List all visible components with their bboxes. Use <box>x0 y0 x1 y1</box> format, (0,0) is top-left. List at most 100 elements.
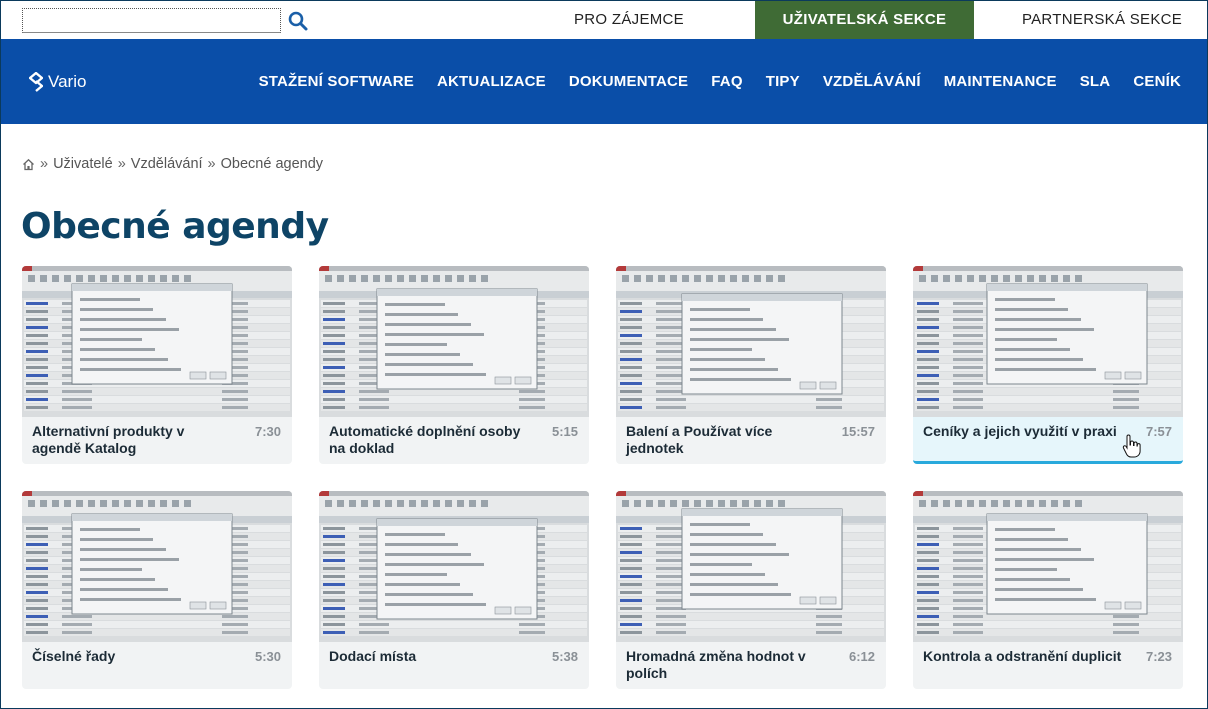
thumbnail-shape <box>359 398 389 401</box>
search-input[interactable] <box>22 8 281 33</box>
thumbnail-shape <box>62 623 92 626</box>
thumbnail-shape <box>359 631 389 634</box>
thumbnail-shape <box>646 500 653 507</box>
thumbnail-shape <box>690 378 791 381</box>
thumbnail-shape <box>913 491 923 496</box>
nav-sla[interactable]: SLA <box>1080 73 1111 90</box>
thumbnail-shape <box>995 298 1055 301</box>
thumbnail-shape <box>953 366 983 369</box>
thumbnail-shape <box>323 358 345 361</box>
thumbnail-shape <box>816 615 842 618</box>
thumbnail-shape <box>481 500 488 507</box>
thumbnail-shape <box>953 623 983 626</box>
thumbnail-shape <box>1113 398 1139 401</box>
thumbnail-shape <box>766 275 773 282</box>
video-card[interactable]: Balení a Používat více jednotek 15:57 <box>616 266 886 464</box>
thumbnail-shape <box>385 543 458 546</box>
thumbnail-shape <box>323 583 345 586</box>
thumbnail-shape <box>397 275 404 282</box>
video-card[interactable]: Hromadná změna hodnot v polích 6:12 <box>616 491 886 689</box>
thumbnail-shape <box>953 567 983 570</box>
video-card[interactable]: Kontrola a odstranění duplicit 7:23 <box>913 491 1183 689</box>
video-card[interactable]: Ceníky a jejich využití v praxi 7:57 <box>913 266 1183 464</box>
thumbnail-shape <box>361 500 368 507</box>
video-card[interactable]: Číselné řady 5:30 <box>22 491 292 689</box>
thumbnail-shape <box>917 406 939 409</box>
thumbnail-shape <box>953 543 983 546</box>
thumbnail-shape <box>1003 500 1010 507</box>
thumbnail-shape <box>222 398 248 401</box>
thumbnail-shape <box>325 275 332 282</box>
thumbnail-shape <box>995 318 1081 321</box>
thumbnail-shape <box>160 275 167 282</box>
thumbnail-shape <box>80 548 166 551</box>
thumbnail-shape <box>953 583 983 586</box>
nav-maintenance[interactable]: MAINTENANCE <box>944 73 1057 90</box>
nav-tipy[interactable]: TIPY <box>766 73 800 90</box>
thumbnail-shape <box>917 310 939 313</box>
thumbnail-shape <box>754 500 761 507</box>
thumbnail-shape <box>694 275 701 282</box>
thumbnail-shape <box>670 500 677 507</box>
thumbnail-shape <box>953 310 983 313</box>
nav-stazeni-software[interactable]: STAŽENÍ SOFTWARE <box>259 73 414 90</box>
video-card[interactable]: Alternativní produkty v agendě Katalog 7… <box>22 266 292 464</box>
search-icon[interactable] <box>287 10 309 32</box>
thumbnail-shape <box>385 373 486 376</box>
topnav-uzivatelska-sekce[interactable]: UŽIVATELSKÁ SEKCE <box>755 1 974 39</box>
thumbnail-shape <box>26 366 48 369</box>
thumbnail-shape <box>913 491 1183 496</box>
nav-vzdelavani[interactable]: VZDĚLÁVÁNÍ <box>823 73 921 90</box>
video-title: Balení a Používat více jednotek <box>626 423 773 456</box>
thumbnail-shape <box>323 543 345 546</box>
thumbnail-shape <box>445 500 452 507</box>
thumbnail-shape <box>323 527 345 530</box>
video-title: Číselné řady <box>32 648 116 664</box>
thumbnail-shape <box>52 275 59 282</box>
video-card[interactable]: Dodací místa 5:38 <box>319 491 589 689</box>
breadcrumb-vzdelavani[interactable]: Vzdělávání <box>131 156 203 172</box>
thumbnail-shape <box>620 575 642 578</box>
thumbnail-shape <box>917 334 939 337</box>
thumbnail-shape <box>917 302 939 305</box>
nav-aktualizace[interactable]: AKTUALIZACE <box>437 73 546 90</box>
thumbnail-shape <box>80 328 179 331</box>
topnav-pro-zajemce[interactable]: PRO ZÁJEMCE <box>541 1 717 39</box>
thumbnail-shape <box>323 310 345 313</box>
home-icon[interactable] <box>22 158 35 171</box>
thumbnail-shape <box>917 623 939 626</box>
thumbnail-shape <box>323 342 345 345</box>
breadcrumb-uzivatele[interactable]: Uživatelé <box>53 156 113 172</box>
thumbnail-shape <box>514 376 532 385</box>
thumbnail-shape <box>1039 500 1046 507</box>
topnav-partnerska-sekce[interactable]: PARTNERSKÁ SEKCE <box>998 1 1206 39</box>
main-nav-items: STAŽENÍ SOFTWARE AKTUALIZACE DOKUMENTACE… <box>259 39 1181 124</box>
nav-cenik[interactable]: CENÍK <box>1133 73 1181 90</box>
thumbnail-shape <box>656 406 686 409</box>
vario-logo-icon <box>29 72 43 92</box>
thumbnail-shape <box>319 496 589 516</box>
thumbnail-shape <box>953 575 983 578</box>
thumbnail-shape <box>995 538 1068 541</box>
thumbnail-shape <box>26 615 48 618</box>
thumbnail-shape <box>953 631 983 634</box>
thumbnail-shape <box>658 275 665 282</box>
video-card[interactable]: Automatické doplnění osoby na doklad 5:1… <box>319 266 589 464</box>
thumbnail-shape <box>943 500 950 507</box>
nav-faq[interactable]: FAQ <box>711 73 742 90</box>
thumbnail-shape <box>323 599 345 602</box>
breadcrumb: » Uživatelé » Vzdělávání » Obecné agendy <box>22 156 323 172</box>
thumbnail-shape <box>26 342 48 345</box>
thumbnail-shape <box>222 615 248 618</box>
nav-dokumentace[interactable]: DOKUMENTACE <box>569 73 688 90</box>
thumbnail-shape <box>778 500 785 507</box>
thumbnail-shape <box>634 275 641 282</box>
thumbnail-shape <box>656 615 686 618</box>
vario-logo[interactable]: Vario <box>29 70 86 94</box>
video-duration: 6:12 <box>848 649 875 664</box>
thumbnail-shape <box>995 528 1055 531</box>
thumbnail-shape <box>1039 275 1046 282</box>
thumbnail-shape <box>620 615 642 618</box>
thumbnail-shape <box>656 631 686 634</box>
thumbnail-shape <box>222 390 248 393</box>
